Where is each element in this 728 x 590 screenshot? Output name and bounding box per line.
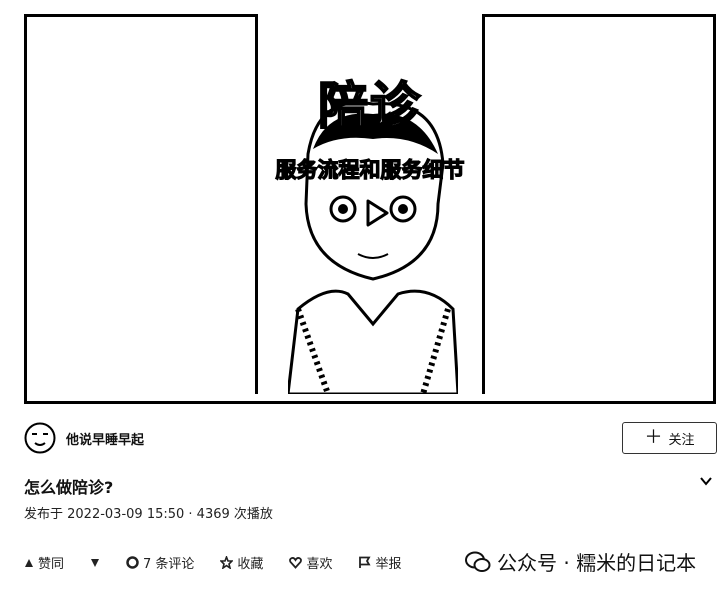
follow-button[interactable]: ＋ 关注 bbox=[622, 422, 717, 454]
report-button[interactable]: 举报 bbox=[358, 553, 401, 572]
thumbnail-subtitle: 服务流程和服务细节 bbox=[275, 157, 465, 182]
star-icon bbox=[220, 556, 234, 569]
love-label: 喜欢 bbox=[306, 557, 333, 572]
follow-label: 关注 bbox=[668, 432, 695, 448]
comments-label: 7 条评论 bbox=[143, 557, 195, 572]
chevron-down-icon[interactable] bbox=[699, 474, 713, 488]
author-avatar[interactable] bbox=[24, 422, 56, 454]
like-label: 赞同 bbox=[38, 557, 65, 572]
character-illustration bbox=[288, 101, 458, 394]
heart-icon bbox=[289, 557, 303, 569]
favorite-label: 收藏 bbox=[237, 557, 264, 572]
thumbs-down-icon bbox=[91, 558, 100, 567]
thumbnail-title: 陪诊 bbox=[317, 76, 422, 136]
watermark-text: 公众号 · 糯米的日记本 bbox=[497, 551, 697, 575]
author-name[interactable]: 他说早睡早起 bbox=[66, 429, 144, 448]
video-thumbnail[interactable]: 陪诊 服务流程和服务细节 bbox=[255, 14, 485, 394]
post-meta: 发布于 2022-03-09 15:50 · 4369 次播放 bbox=[24, 507, 273, 522]
plus-icon: ＋ bbox=[644, 427, 663, 448]
report-label: 举报 bbox=[375, 557, 402, 572]
like-button[interactable]: 赞同 bbox=[24, 553, 64, 572]
flag-icon bbox=[359, 556, 372, 568]
action-bar: 赞同 7 条评论 收藏 喜欢 举报 bbox=[24, 553, 427, 572]
comment-icon bbox=[126, 556, 139, 569]
wechat-icon bbox=[465, 551, 491, 572]
comments-button[interactable]: 7 条评论 bbox=[126, 553, 194, 572]
thumbs-up-icon bbox=[25, 558, 33, 567]
watermark: 公众号 · 糯米的日记本 bbox=[465, 547, 696, 576]
dislike-button[interactable] bbox=[90, 558, 100, 568]
love-button[interactable]: 喜欢 bbox=[289, 553, 332, 572]
favorite-button[interactable]: 收藏 bbox=[220, 553, 263, 572]
post-title: 怎么做陪诊? bbox=[24, 478, 114, 497]
play-icon[interactable] bbox=[359, 196, 393, 230]
